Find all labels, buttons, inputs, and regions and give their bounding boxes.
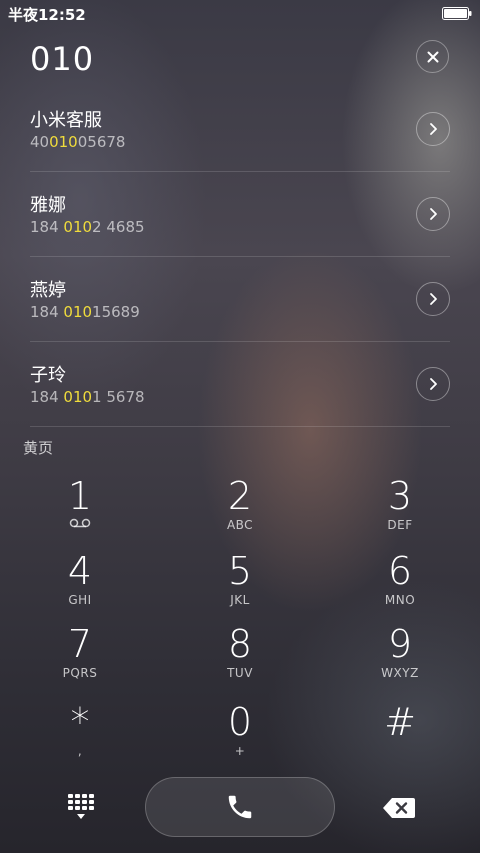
- key-digit: *: [70, 700, 90, 744]
- key-digit: 8: [227, 622, 253, 666]
- key-7[interactable]: 7 PQRS: [0, 622, 160, 696]
- clear-button[interactable]: [416, 40, 449, 73]
- key-digit: 1: [67, 474, 93, 518]
- contact-name: 雅娜: [30, 195, 66, 216]
- contact-row[interactable]: 小米客服 4001005678: [30, 87, 450, 172]
- chevron-right-icon: [430, 293, 437, 305]
- key-digit: 9: [387, 622, 413, 666]
- key-2[interactable]: 2 ABC: [160, 474, 320, 548]
- contact-detail-button[interactable]: [416, 197, 450, 231]
- number-match-highlight: 010: [63, 218, 93, 236]
- key-0[interactable]: 0 +: [160, 700, 320, 774]
- dial-display: 010: [0, 30, 480, 86]
- number-match-highlight: 010: [49, 133, 78, 151]
- key-letters: MNO: [384, 593, 416, 607]
- dialer-screen: 半夜12:52 010 小米客服 4001005678 雅娜 184 0102 …: [0, 0, 480, 853]
- call-button[interactable]: [145, 777, 335, 837]
- contact-number: 184 01015689: [30, 303, 140, 321]
- contact-number: 4001005678: [30, 133, 126, 151]
- status-time: 半夜12:52: [8, 6, 86, 24]
- dialed-number: 010: [30, 40, 95, 78]
- contact-row[interactable]: 雅娜 184 0102 4685: [30, 172, 450, 257]
- key-8[interactable]: 8 TUV: [160, 622, 320, 696]
- key-digit: 2: [227, 474, 253, 518]
- voicemail-icon: [69, 518, 91, 528]
- key-letters: ABC: [226, 518, 254, 532]
- key-star[interactable]: * ,: [0, 700, 160, 774]
- number-match-highlight: 010: [63, 303, 93, 321]
- contact-name: 子玲: [30, 365, 66, 386]
- contact-number: 184 0101 5678: [30, 388, 145, 406]
- chevron-right-icon: [430, 378, 437, 390]
- key-digit: 3: [387, 474, 413, 518]
- contact-detail-button[interactable]: [416, 112, 450, 146]
- key-digit: 4: [67, 549, 93, 593]
- key-3[interactable]: 3 DEF: [320, 474, 480, 548]
- key-letters: JKL: [230, 593, 250, 607]
- contact-name: 燕婷: [30, 280, 66, 301]
- key-letters: +: [234, 744, 246, 758]
- key-5[interactable]: 5 JKL: [160, 549, 320, 623]
- key-hash[interactable]: #: [320, 700, 480, 774]
- contact-number: 184 0102 4685: [30, 218, 145, 236]
- phone-icon: [228, 795, 252, 819]
- key-6[interactable]: 6 MNO: [320, 549, 480, 623]
- contact-name: 小米客服: [30, 110, 102, 131]
- battery-full-icon: [442, 7, 472, 20]
- yellow-pages-link[interactable]: 黄页: [23, 437, 53, 458]
- key-1[interactable]: 1: [0, 474, 160, 548]
- contact-detail-button[interactable]: [416, 282, 450, 316]
- key-letters: ,: [77, 744, 83, 758]
- chevron-right-icon: [430, 208, 437, 220]
- contact-results-list: 小米客服 4001005678 雅娜 184 0102 4685 燕婷 184 …: [30, 87, 450, 427]
- key-digit: 7: [67, 622, 93, 666]
- key-letters: TUV: [227, 666, 253, 680]
- key-letters: DEF: [387, 518, 413, 532]
- key-digit: #: [384, 700, 416, 744]
- key-digit: 6: [387, 549, 413, 593]
- key-digit: 5: [227, 549, 253, 593]
- key-4[interactable]: 4 GHI: [0, 549, 160, 623]
- key-9[interactable]: 9 WXYZ: [320, 622, 480, 696]
- action-bar: [0, 776, 480, 840]
- contact-row[interactable]: 子玲 184 0101 5678: [30, 342, 450, 427]
- key-letters: WXYZ: [381, 666, 419, 680]
- status-bar: 半夜12:52: [0, 0, 480, 28]
- contact-detail-button[interactable]: [416, 367, 450, 401]
- dialpad-icon[interactable]: [62, 792, 98, 822]
- chevron-right-icon: [430, 123, 437, 135]
- number-match-highlight: 010: [63, 388, 93, 406]
- dial-keypad: 1 2 ABC 3 DEF 4 GHI 5 JKL 6 MNO 7 PQRS 8…: [0, 466, 480, 766]
- backspace-icon[interactable]: [382, 796, 416, 820]
- key-digit: 0: [227, 700, 253, 744]
- key-letters: GHI: [68, 593, 92, 607]
- close-icon: [427, 51, 438, 62]
- contact-row[interactable]: 燕婷 184 01015689: [30, 257, 450, 342]
- key-letters: PQRS: [62, 666, 98, 680]
